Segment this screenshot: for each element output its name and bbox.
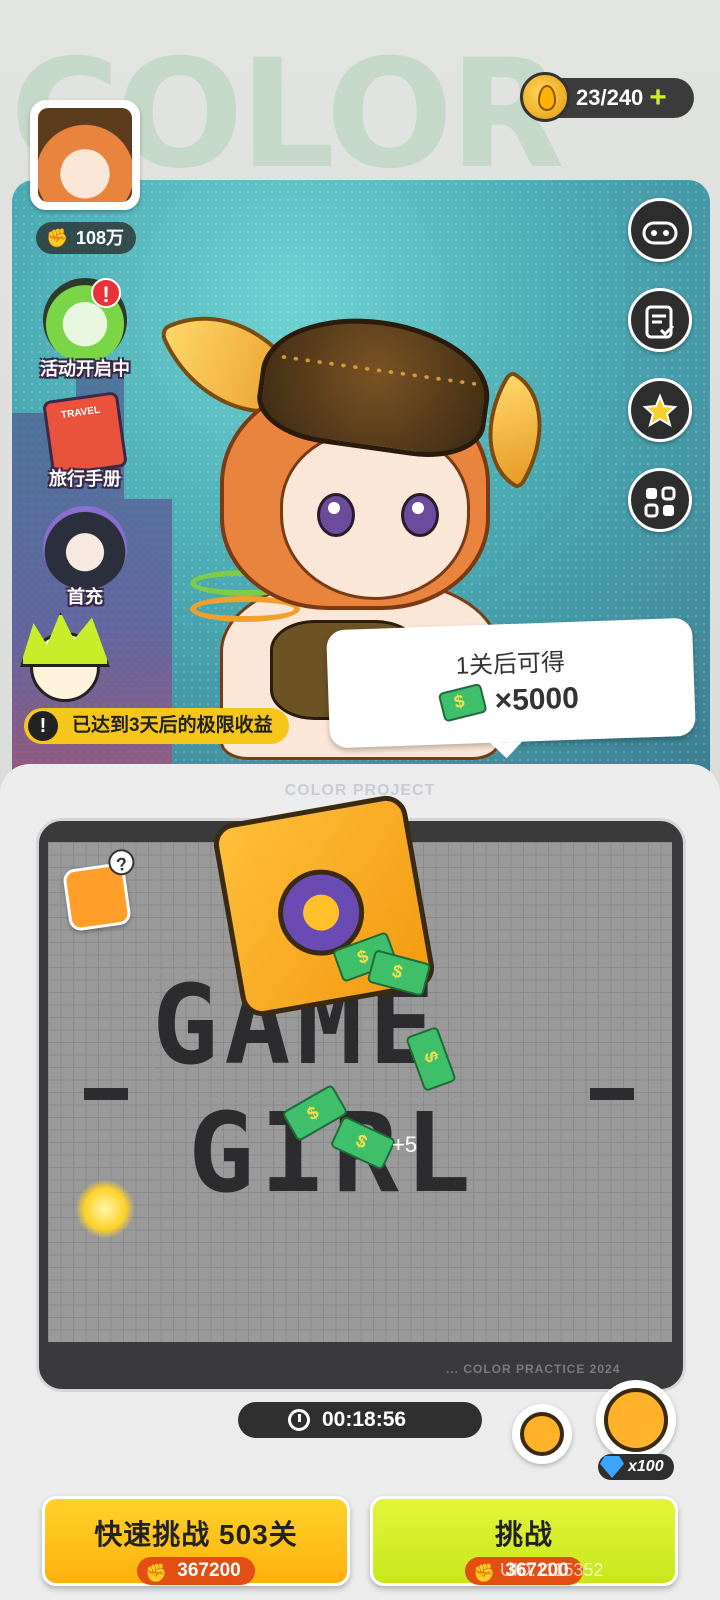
- user-id: UID:1115352: [500, 1560, 604, 1580]
- challenge-label: 挑战: [494, 1519, 553, 1550]
- side-item-first-charge[interactable]: 首充: [30, 506, 140, 610]
- energy-coin-icon: [520, 72, 570, 122]
- avatar-image: [38, 108, 132, 202]
- energy-counter[interactable]: 23/240 +: [520, 72, 694, 122]
- boost-cost-value: x100: [628, 1458, 664, 1475]
- star-burst-icon[interactable]: [628, 378, 692, 442]
- project-title: COLOR PROJECT: [284, 782, 436, 799]
- side-item-event[interactable]: ! 活动开启中: [30, 278, 140, 382]
- fist-icon: ✊: [46, 228, 69, 248]
- side-item-travel[interactable]: TRAVEL 旅行手册: [30, 391, 140, 492]
- power-value: 108万: [76, 228, 125, 248]
- power-badge: ✊ 108万: [36, 222, 137, 254]
- refresh-clock-button[interactable]: [512, 1404, 572, 1464]
- alarm-clock-icon: [520, 1412, 564, 1456]
- time-boost-button[interactable]: [596, 1380, 676, 1460]
- first-charge-icon: [43, 506, 127, 590]
- warning-text: 已达到3天后的极限收益: [72, 715, 273, 736]
- boost-cost: x100: [598, 1454, 674, 1480]
- player-avatar[interactable]: [30, 100, 140, 210]
- energy-value: 23/240: [576, 85, 644, 110]
- cash-gain: +5: [392, 1132, 418, 1157]
- fist-icon: ✊: [145, 1563, 168, 1583]
- pixel-dash: [84, 1088, 128, 1100]
- sparkle-icon: [76, 1180, 134, 1238]
- mascot: [10, 612, 120, 722]
- game-screen: COLOR 23/240 + ✊ 108万 ! 活动开启中 TRAVEL 旅行手…: [0, 0, 720, 1600]
- countdown-timer: 00:18:56: [238, 1402, 482, 1438]
- fist-icon: ✊: [473, 1563, 496, 1583]
- reward-condition: 1关后可得: [455, 649, 566, 680]
- clock-icon: [288, 1409, 310, 1431]
- diamond-icon: [600, 1456, 624, 1478]
- reward-amount: ×5000: [494, 681, 580, 718]
- pixel-dash: [590, 1088, 634, 1100]
- checklist-icon[interactable]: [628, 288, 692, 352]
- side-item-label: 首充: [67, 587, 103, 607]
- book-title: TRAVEL: [60, 404, 101, 422]
- cash-icon: [437, 682, 488, 723]
- quick-challenge-label: 快速挑战 503关: [94, 1519, 298, 1550]
- eye: [401, 493, 439, 537]
- event-icon: !: [43, 278, 127, 362]
- quick-challenge-cost-value: 367200: [177, 1560, 241, 1581]
- side-item-label: 旅行手册: [49, 469, 121, 489]
- quick-challenge-cost: ✊ 367200: [137, 1557, 255, 1585]
- income-limit-warning: ! 已达到3天后的极限收益: [24, 708, 289, 744]
- eye: [317, 493, 355, 537]
- warning-icon: !: [28, 711, 58, 741]
- quick-challenge-button[interactable]: 快速挑战 503关 ✊ 367200: [42, 1496, 350, 1586]
- alert-badge: !: [91, 278, 121, 308]
- alarm-clock-icon: [604, 1388, 668, 1452]
- side-item-label: 活动开启中: [40, 359, 130, 379]
- gamepad-icon[interactable]: [628, 198, 692, 262]
- grid-menu-icon[interactable]: [628, 468, 692, 532]
- mascot-hair: [20, 612, 110, 667]
- board-footer: ... COLOR PRACTICE 2024: [446, 1362, 621, 1376]
- reward-bubble: 1关后可得 ×5000: [326, 617, 696, 749]
- hint-box[interactable]: ?: [61, 847, 137, 933]
- timer-value: 00:18:56: [322, 1408, 407, 1431]
- add-energy-button[interactable]: +: [649, 83, 667, 113]
